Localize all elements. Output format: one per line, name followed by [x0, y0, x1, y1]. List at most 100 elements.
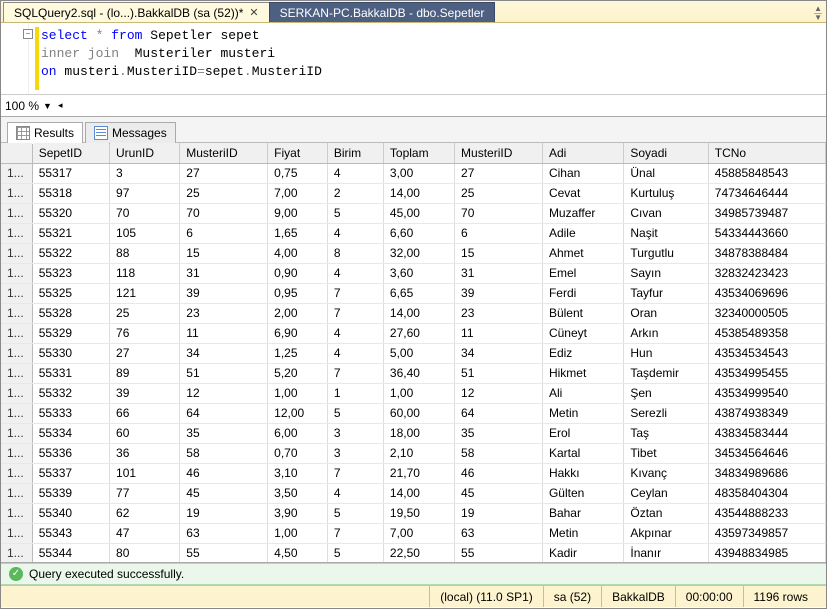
cell[interactable]: 14,00	[383, 303, 454, 323]
cell[interactable]: 5,00	[383, 343, 454, 363]
cell[interactable]: 2,00	[268, 303, 328, 323]
cell[interactable]: 55329	[32, 323, 109, 343]
cell[interactable]: 46	[455, 463, 543, 483]
cell[interactable]: Cıvan	[624, 203, 708, 223]
row-number[interactable]: 1...	[1, 483, 32, 503]
cell[interactable]: 18,00	[383, 423, 454, 443]
cell[interactable]: 36,40	[383, 363, 454, 383]
cell[interactable]: 34834989686	[708, 463, 825, 483]
cell[interactable]: Şen	[624, 383, 708, 403]
row-number[interactable]: 1...	[1, 503, 32, 523]
cell[interactable]: Bahar	[542, 503, 623, 523]
row-number[interactable]: 1...	[1, 323, 32, 343]
cell[interactable]: 5	[327, 203, 383, 223]
cell[interactable]: 25	[455, 183, 543, 203]
cell[interactable]: 6,00	[268, 423, 328, 443]
cell[interactable]: 55331	[32, 363, 109, 383]
cell[interactable]: 32,00	[383, 243, 454, 263]
cell[interactable]: Serezli	[624, 403, 708, 423]
table-row[interactable]: 1...5533239121,0011,0012AliŞen4353499954…	[1, 383, 826, 403]
row-number[interactable]: 1...	[1, 163, 32, 183]
cell[interactable]: 12,00	[268, 403, 328, 423]
cell[interactable]: Metin	[542, 523, 623, 543]
cell[interactable]: 23	[180, 303, 268, 323]
cell[interactable]: 39	[110, 383, 180, 403]
cell[interactable]: 48358404304	[708, 483, 825, 503]
cell[interactable]: 62	[110, 503, 180, 523]
results-grid-wrap[interactable]: SepetIDUrunIDMusteriIDFiyatBirimToplamMu…	[1, 143, 826, 563]
results-grid[interactable]: SepetIDUrunIDMusteriIDFiyatBirimToplamMu…	[1, 143, 826, 563]
cell[interactable]: 4	[327, 263, 383, 283]
cell[interactable]: 55318	[32, 183, 109, 203]
cell[interactable]: 11	[455, 323, 543, 343]
cell[interactable]: 51	[180, 363, 268, 383]
cell[interactable]: 32832423423	[708, 263, 825, 283]
cell[interactable]: 34	[455, 343, 543, 363]
cell[interactable]: 43534069696	[708, 283, 825, 303]
cell[interactable]: 12	[455, 383, 543, 403]
cell[interactable]: 5	[327, 503, 383, 523]
row-number[interactable]: 1...	[1, 543, 32, 563]
cell[interactable]: 55328	[32, 303, 109, 323]
cell[interactable]: 5	[327, 543, 383, 563]
cell[interactable]: 43834583444	[708, 423, 825, 443]
col-8[interactable]: Soyadi	[624, 143, 708, 163]
table-row[interactable]: 1...5534480554,50522,5055Kadirİnanır4394…	[1, 543, 826, 563]
row-number[interactable]: 1...	[1, 363, 32, 383]
cell[interactable]: Öztan	[624, 503, 708, 523]
col-4[interactable]: Birim	[327, 143, 383, 163]
cell[interactable]: 4	[327, 323, 383, 343]
cell[interactable]: 1,00	[268, 523, 328, 543]
cell[interactable]: Akpınar	[624, 523, 708, 543]
cell[interactable]: 3	[327, 423, 383, 443]
cell[interactable]: 43597349857	[708, 523, 825, 543]
cell[interactable]: 7	[327, 303, 383, 323]
tab-messages[interactable]: Messages	[85, 122, 176, 144]
cell[interactable]: 63	[455, 523, 543, 543]
cell[interactable]: 1,25	[268, 343, 328, 363]
cell[interactable]: 55330	[32, 343, 109, 363]
cell[interactable]: 66	[110, 403, 180, 423]
cell[interactable]: 19	[455, 503, 543, 523]
cell[interactable]: 1,00	[268, 383, 328, 403]
cell[interactable]: 2,10	[383, 443, 454, 463]
cell[interactable]: 3,50	[268, 483, 328, 503]
cell[interactable]: 0,90	[268, 263, 328, 283]
cell[interactable]: 60	[110, 423, 180, 443]
cell[interactable]: 43534534543	[708, 343, 825, 363]
cell[interactable]: 7	[327, 363, 383, 383]
cell[interactable]: 70	[110, 203, 180, 223]
col-7[interactable]: Adi	[542, 143, 623, 163]
cell[interactable]: 6,65	[383, 283, 454, 303]
cell[interactable]: 7	[327, 283, 383, 303]
cell[interactable]: 4	[327, 343, 383, 363]
cell[interactable]: Hikmet	[542, 363, 623, 383]
zoom-label[interactable]: 100 %	[5, 99, 39, 113]
cell[interactable]: Kurtuluş	[624, 183, 708, 203]
cell[interactable]: Ünal	[624, 163, 708, 183]
row-number[interactable]: 1...	[1, 463, 32, 483]
cell[interactable]: Cihan	[542, 163, 623, 183]
cell[interactable]: 60,00	[383, 403, 454, 423]
cell[interactable]: 19,50	[383, 503, 454, 523]
cell[interactable]: 23	[455, 303, 543, 323]
cell[interactable]: Turgutlu	[624, 243, 708, 263]
row-number[interactable]: 1...	[1, 263, 32, 283]
cell[interactable]: 27	[180, 163, 268, 183]
cell[interactable]: 70	[455, 203, 543, 223]
cell[interactable]: 55	[180, 543, 268, 563]
cell[interactable]: Erol	[542, 423, 623, 443]
table-row[interactable]: 1...55323118310,9043,6031EmelSayın328324…	[1, 263, 826, 283]
col-6[interactable]: MusteriID	[455, 143, 543, 163]
tab-table-view[interactable]: SERKAN-PC.BakkalDB - dbo.Sepetler	[269, 2, 496, 22]
table-row[interactable]: 1...55337101463,10721,7046HakkıKıvanç348…	[1, 463, 826, 483]
cell[interactable]: 54334443660	[708, 223, 825, 243]
cell[interactable]: 15	[180, 243, 268, 263]
row-number[interactable]: 1...	[1, 383, 32, 403]
cell[interactable]: 6,90	[268, 323, 328, 343]
cell[interactable]: 3,90	[268, 503, 328, 523]
col-3[interactable]: Fiyat	[268, 143, 328, 163]
row-number[interactable]: 1...	[1, 203, 32, 223]
cell[interactable]: Oran	[624, 303, 708, 323]
table-row[interactable]: 1...553173270,7543,0027CihanÜnal45885848…	[1, 163, 826, 183]
